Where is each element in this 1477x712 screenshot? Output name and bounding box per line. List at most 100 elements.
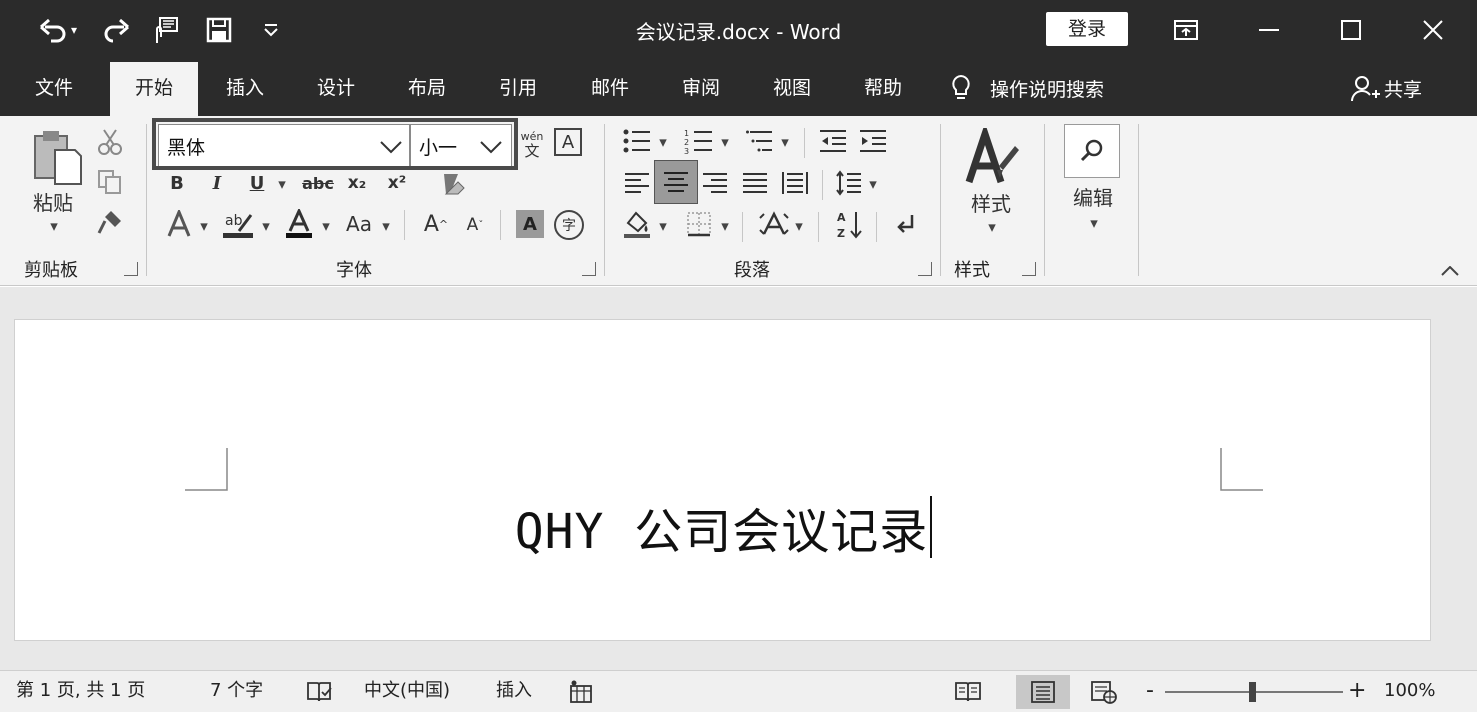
tab-home[interactable]: 开始 xyxy=(110,62,198,116)
editing-label[interactable]: 编辑 xyxy=(1060,182,1126,210)
zoom-out-button[interactable]: - xyxy=(1146,671,1154,712)
shading-dropdown-icon[interactable]: ▾ xyxy=(656,216,670,236)
format-painter-icon[interactable] xyxy=(94,206,126,238)
decrease-indent-icon[interactable] xyxy=(816,126,850,156)
zoom-slider[interactable] xyxy=(1165,682,1343,702)
align-left-icon[interactable] xyxy=(620,166,654,200)
find-search-icon[interactable] xyxy=(1064,124,1120,178)
borders-dropdown-icon[interactable]: ▾ xyxy=(718,216,732,236)
text-highlight-icon[interactable]: ab xyxy=(220,208,256,240)
close-icon[interactable] xyxy=(1413,10,1453,50)
text-caret xyxy=(930,496,933,558)
paste-icon[interactable] xyxy=(24,126,88,188)
tab-design[interactable]: 设计 xyxy=(296,60,376,116)
text-effects-dropdown-icon[interactable]: ▾ xyxy=(196,216,212,236)
highlight-dropdown-icon[interactable]: ▾ xyxy=(258,216,274,236)
styles-launcher-icon[interactable] xyxy=(1022,262,1036,276)
styles-dropdown-icon[interactable]: ▾ xyxy=(982,218,1002,236)
superscript-button[interactable]: x² xyxy=(382,168,412,198)
character-shading-button[interactable]: A xyxy=(516,210,544,238)
bold-button[interactable]: B xyxy=(164,168,190,198)
document-heading[interactable]: QHY 公司会议记录 xyxy=(15,492,1432,562)
paragraph-launcher-icon[interactable] xyxy=(918,262,932,276)
paste-dropdown-icon[interactable]: ▾ xyxy=(44,217,64,235)
clipboard-launcher-icon[interactable] xyxy=(124,262,138,276)
tab-layout[interactable]: 布局 xyxy=(387,60,467,116)
ribbon-display-options-icon[interactable] xyxy=(1166,10,1206,50)
font-launcher-icon[interactable] xyxy=(582,262,596,276)
collapse-ribbon-icon[interactable] xyxy=(1436,260,1464,282)
cut-icon[interactable] xyxy=(94,126,126,158)
sort-icon[interactable]: AZ xyxy=(834,208,866,240)
document-page[interactable]: QHY 公司会议记录 xyxy=(14,319,1431,641)
page-count[interactable]: 第 1 页, 共 1 页 xyxy=(16,671,145,712)
multilevel-dropdown-icon[interactable]: ▾ xyxy=(778,132,792,152)
shading-icon[interactable] xyxy=(620,208,654,240)
login-button[interactable]: 登录 xyxy=(1046,12,1128,46)
styles-label[interactable]: 样式 xyxy=(958,188,1024,216)
tab-mailings[interactable]: 邮件 xyxy=(570,60,650,116)
read-mode-icon[interactable] xyxy=(950,675,986,709)
borders-icon[interactable] xyxy=(682,208,716,240)
tab-help[interactable]: 帮助 xyxy=(843,60,923,116)
clear-formatting-icon[interactable] xyxy=(436,168,468,200)
minimize-icon[interactable] xyxy=(1249,10,1289,50)
styles-icon[interactable] xyxy=(958,126,1024,188)
subscript-button[interactable]: x₂ xyxy=(342,168,372,198)
copy-icon[interactable] xyxy=(94,166,126,198)
tab-view[interactable]: 视图 xyxy=(752,60,832,116)
multilevel-list-icon[interactable] xyxy=(744,126,778,156)
font-color-icon[interactable] xyxy=(282,208,316,240)
chinese-layout-icon[interactable] xyxy=(756,208,792,240)
paragraph-inner-divider xyxy=(818,212,819,242)
word-count[interactable]: 7 个字 xyxy=(210,671,263,712)
align-right-icon[interactable] xyxy=(698,166,732,200)
change-case-button[interactable]: Aa xyxy=(340,208,378,240)
show-marks-icon[interactable] xyxy=(890,208,922,240)
proofing-icon[interactable] xyxy=(306,671,332,712)
share-button[interactable]: 共享 xyxy=(1350,60,1422,116)
distributed-icon[interactable] xyxy=(778,166,812,200)
print-layout-icon[interactable] xyxy=(1016,675,1070,709)
numbering-icon[interactable]: 123 xyxy=(682,126,716,156)
zoom-in-button[interactable]: + xyxy=(1348,671,1366,712)
bullets-icon[interactable] xyxy=(620,126,654,156)
character-border-button[interactable]: A xyxy=(554,128,582,156)
zoom-slider-thumb[interactable] xyxy=(1248,682,1256,702)
macro-record-icon[interactable] xyxy=(568,671,594,712)
editing-dropdown-icon[interactable]: ▾ xyxy=(1084,214,1104,232)
grow-font-button[interactable]: A ^ xyxy=(420,208,452,240)
numbering-dropdown-icon[interactable]: ▾ xyxy=(718,132,732,152)
insert-mode-indicator[interactable]: 插入 xyxy=(496,671,532,712)
chinese-layout-dropdown-icon[interactable]: ▾ xyxy=(792,216,806,236)
bullets-dropdown-icon[interactable]: ▾ xyxy=(656,132,670,152)
justify-icon[interactable] xyxy=(738,166,772,200)
language-indicator[interactable]: 中文(中国) xyxy=(364,671,450,712)
underline-button[interactable]: U xyxy=(244,168,270,198)
phonetic-guide-button[interactable]: wén 文 xyxy=(516,124,548,164)
shrink-font-button[interactable]: Aˇ xyxy=(460,210,490,240)
paste-label[interactable]: 粘贴 xyxy=(24,188,82,215)
text-effects-icon[interactable] xyxy=(164,208,194,240)
line-spacing-dropdown-icon[interactable]: ▾ xyxy=(866,174,880,194)
underline-dropdown-icon[interactable]: ▾ xyxy=(274,174,290,194)
line-spacing-icon[interactable] xyxy=(834,166,864,200)
tell-me-label: 操作说明搜索 xyxy=(990,78,1105,101)
heading-text: QHY 公司会议记录 xyxy=(514,504,929,560)
paragraph-group-label: 段落 xyxy=(734,260,770,281)
tell-me-search[interactable]: 操作说明搜索 xyxy=(950,60,1104,116)
italic-button[interactable]: I xyxy=(204,168,230,198)
align-center-icon[interactable] xyxy=(654,160,698,204)
maximize-icon[interactable] xyxy=(1331,10,1371,50)
zoom-level[interactable]: 100% xyxy=(1384,671,1435,712)
tab-review[interactable]: 审阅 xyxy=(661,60,741,116)
change-case-dropdown-icon[interactable]: ▾ xyxy=(378,216,394,236)
tab-file[interactable]: 文件 xyxy=(14,60,94,116)
font-color-dropdown-icon[interactable]: ▾ xyxy=(318,216,334,236)
increase-indent-icon[interactable] xyxy=(856,126,890,156)
strikethrough-button[interactable]: abc xyxy=(298,168,338,198)
web-layout-icon[interactable] xyxy=(1086,675,1122,709)
tab-references[interactable]: 引用 xyxy=(478,60,558,116)
enclose-characters-button[interactable]: 字 xyxy=(554,210,584,240)
tab-insert[interactable]: 插入 xyxy=(205,60,285,116)
